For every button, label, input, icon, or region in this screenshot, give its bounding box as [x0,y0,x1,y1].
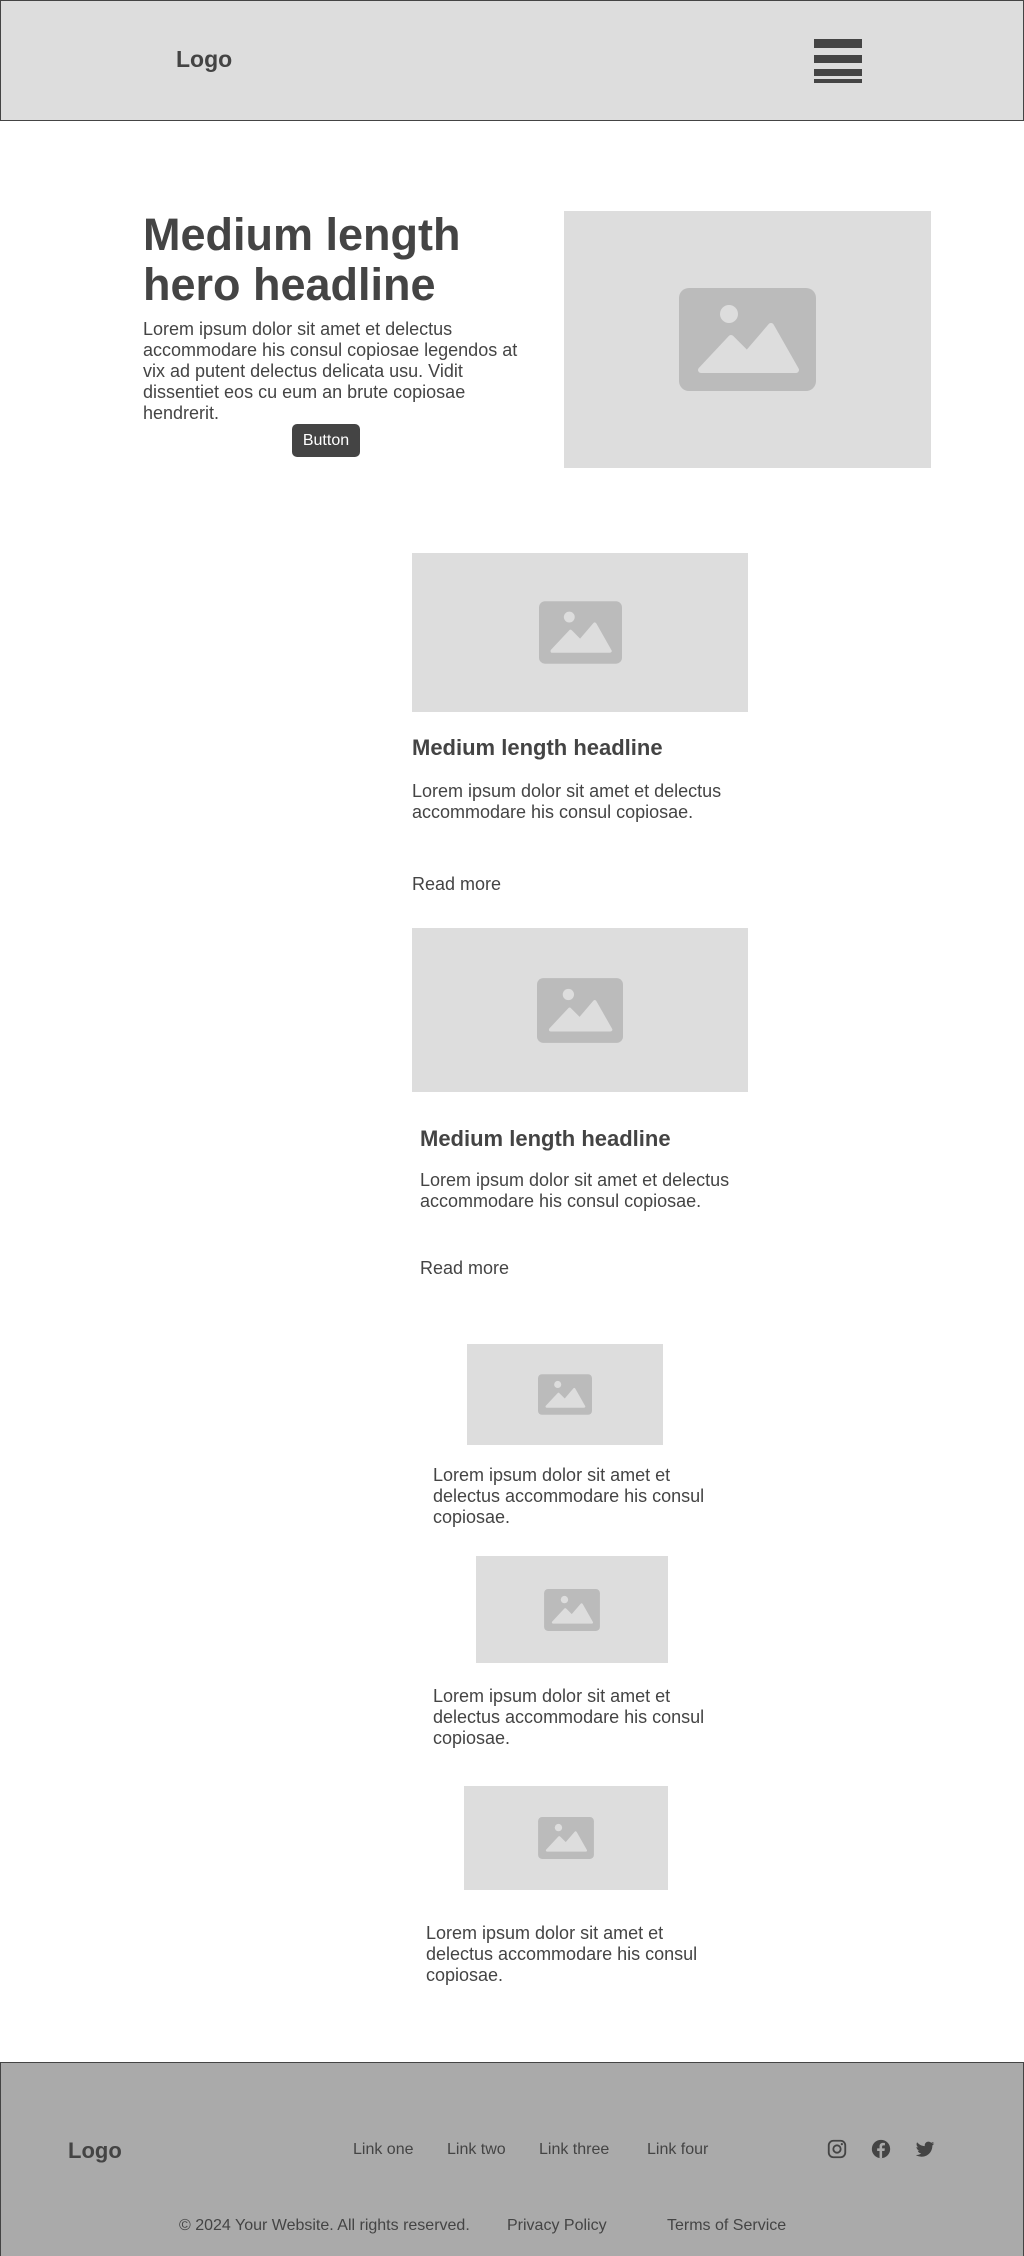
list-item-image [476,1556,668,1663]
hero-button[interactable]: Button [292,424,360,457]
header-logo[interactable]: Logo [176,46,232,73]
list-item-image [467,1344,663,1445]
list-item-body: Lorem ipsum dolor sit amet et delectus a… [433,1686,705,1748]
read-more-link[interactable]: Read more [420,1258,509,1279]
image-placeholder-icon [544,1588,600,1631]
twitter-icon[interactable] [914,2138,936,2160]
footer-link-two[interactable]: Link two [447,2141,506,2159]
card-headline: Medium length headline [420,1126,671,1151]
footer-link-four[interactable]: Link four [647,2141,708,2159]
card-headline: Medium length headline [412,735,663,760]
hero-headline: Medium length hero headline [143,209,461,310]
terms-of-service-link[interactable]: Terms of Service [667,2217,786,2235]
card-image [412,928,748,1092]
image-placeholder-icon [538,1374,592,1415]
list-item-body: Lorem ipsum dolor sit amet et delectus a… [433,1465,705,1527]
read-more-link[interactable]: Read more [412,874,501,895]
list-item-body: Lorem ipsum dolor sit amet et delectus a… [426,1923,698,1985]
hero-body: Lorem ipsum dolor sit amet et delectus a… [143,319,518,423]
facebook-icon[interactable] [870,2138,892,2160]
copyright-text: © 2024 Your Website. All rights reserved… [179,2217,470,2234]
image-placeholder-icon [537,977,623,1043]
image-placeholder-icon [538,1817,594,1859]
hamburger-menu-icon[interactable] [813,37,863,83]
image-placeholder-icon [679,288,816,391]
hero-image [564,211,931,468]
footer-link-one[interactable]: Link one [353,2141,414,2159]
image-placeholder-icon [538,601,622,664]
footer-logo[interactable]: Logo [68,2138,122,2164]
card-body: Lorem ipsum dolor sit amet et delectus a… [420,1170,730,1211]
footer-link-three[interactable]: Link three [539,2141,609,2159]
card-image [412,553,748,712]
list-item-image [464,1786,668,1890]
site-header [0,0,1024,121]
privacy-policy-link[interactable]: Privacy Policy [507,2217,607,2235]
card-body: Lorem ipsum dolor sit amet et delectus a… [412,781,722,822]
instagram-icon[interactable] [826,2138,848,2160]
